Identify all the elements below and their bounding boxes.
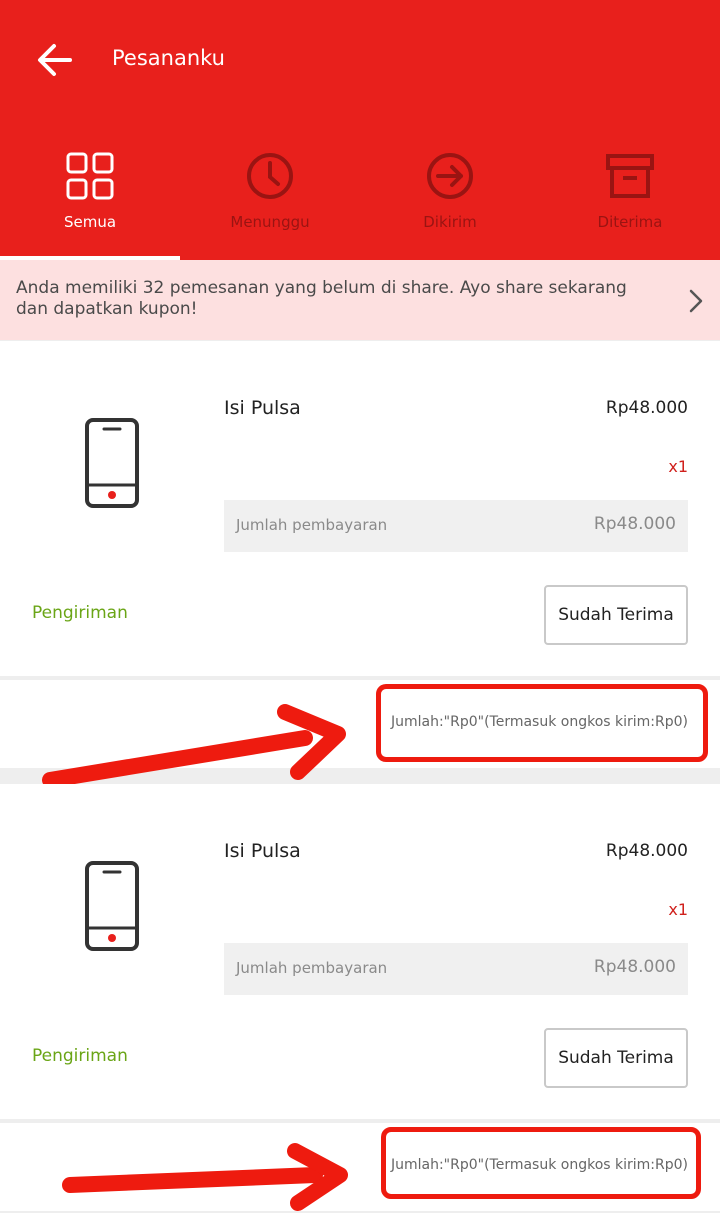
- order-status: Pengiriman: [32, 1046, 128, 1066]
- product-name: Isi Pulsa: [224, 840, 301, 862]
- phone-icon: [85, 861, 139, 951]
- tab-label: Dikirim: [423, 213, 477, 231]
- chevron-right-icon[interactable]: [684, 286, 708, 316]
- order-card: Isi Pulsa Rp48.000 x1 Jumlah pembayaran …: [0, 341, 720, 678]
- product-quantity: x1: [668, 457, 688, 476]
- product-quantity: x1: [668, 900, 688, 919]
- tab-menunggu[interactable]: Menunggu: [180, 140, 360, 260]
- annotation-arrow-icon: [62, 1143, 348, 1211]
- annotation-box: [381, 1127, 701, 1199]
- order-status: Pengiriman: [32, 603, 128, 623]
- payment-label: Jumlah pembayaran: [236, 516, 388, 534]
- annotation-box: [376, 684, 708, 762]
- order-tabs: Semua Menunggu Dikirim Diterima: [0, 140, 720, 260]
- tab-label: Semua: [63, 213, 117, 231]
- banner-text: Anda memiliki 32 pemesanan yang belum di…: [16, 278, 627, 319]
- clock-icon: [247, 153, 293, 199]
- page-title: Pesananku: [112, 46, 225, 70]
- back-arrow-icon[interactable]: [34, 38, 78, 82]
- annotation-arrow-icon: [42, 704, 346, 788]
- payment-label: Jumlah pembayaran: [236, 959, 388, 977]
- payment-value: Rp48.000: [593, 957, 676, 977]
- product-price: Rp48.000: [605, 841, 688, 861]
- tab-label: Diterima: [597, 213, 663, 231]
- grid-icon: [66, 152, 114, 200]
- tab-semua[interactable]: Semua: [0, 140, 180, 260]
- confirm-received-button[interactable]: Sudah Terima: [544, 1028, 688, 1088]
- product-price: Rp48.000: [605, 398, 688, 418]
- tab-diterima[interactable]: Diterima: [540, 140, 720, 260]
- payment-row: Jumlah pembayaran Rp48.000: [224, 500, 688, 552]
- order-card: Isi Pulsa Rp48.000 x1 Jumlah pembayaran …: [0, 784, 720, 1121]
- archive-box-icon: [606, 154, 654, 198]
- phone-icon: [85, 418, 139, 508]
- confirm-received-button[interactable]: Sudah Terima: [544, 585, 688, 645]
- arrow-circle-icon: [427, 153, 473, 199]
- tab-label: Menunggu: [230, 213, 310, 231]
- payment-value: Rp48.000: [593, 514, 676, 534]
- product-name: Isi Pulsa: [224, 397, 301, 419]
- app-header: Pesananku Semua Menunggu Dikirim Diterim…: [0, 0, 720, 260]
- payment-row: Jumlah pembayaran Rp48.000: [224, 943, 688, 995]
- tab-dikirim[interactable]: Dikirim: [360, 140, 540, 260]
- share-banner[interactable]: Anda memiliki 32 pemesanan yang belum di…: [0, 260, 720, 340]
